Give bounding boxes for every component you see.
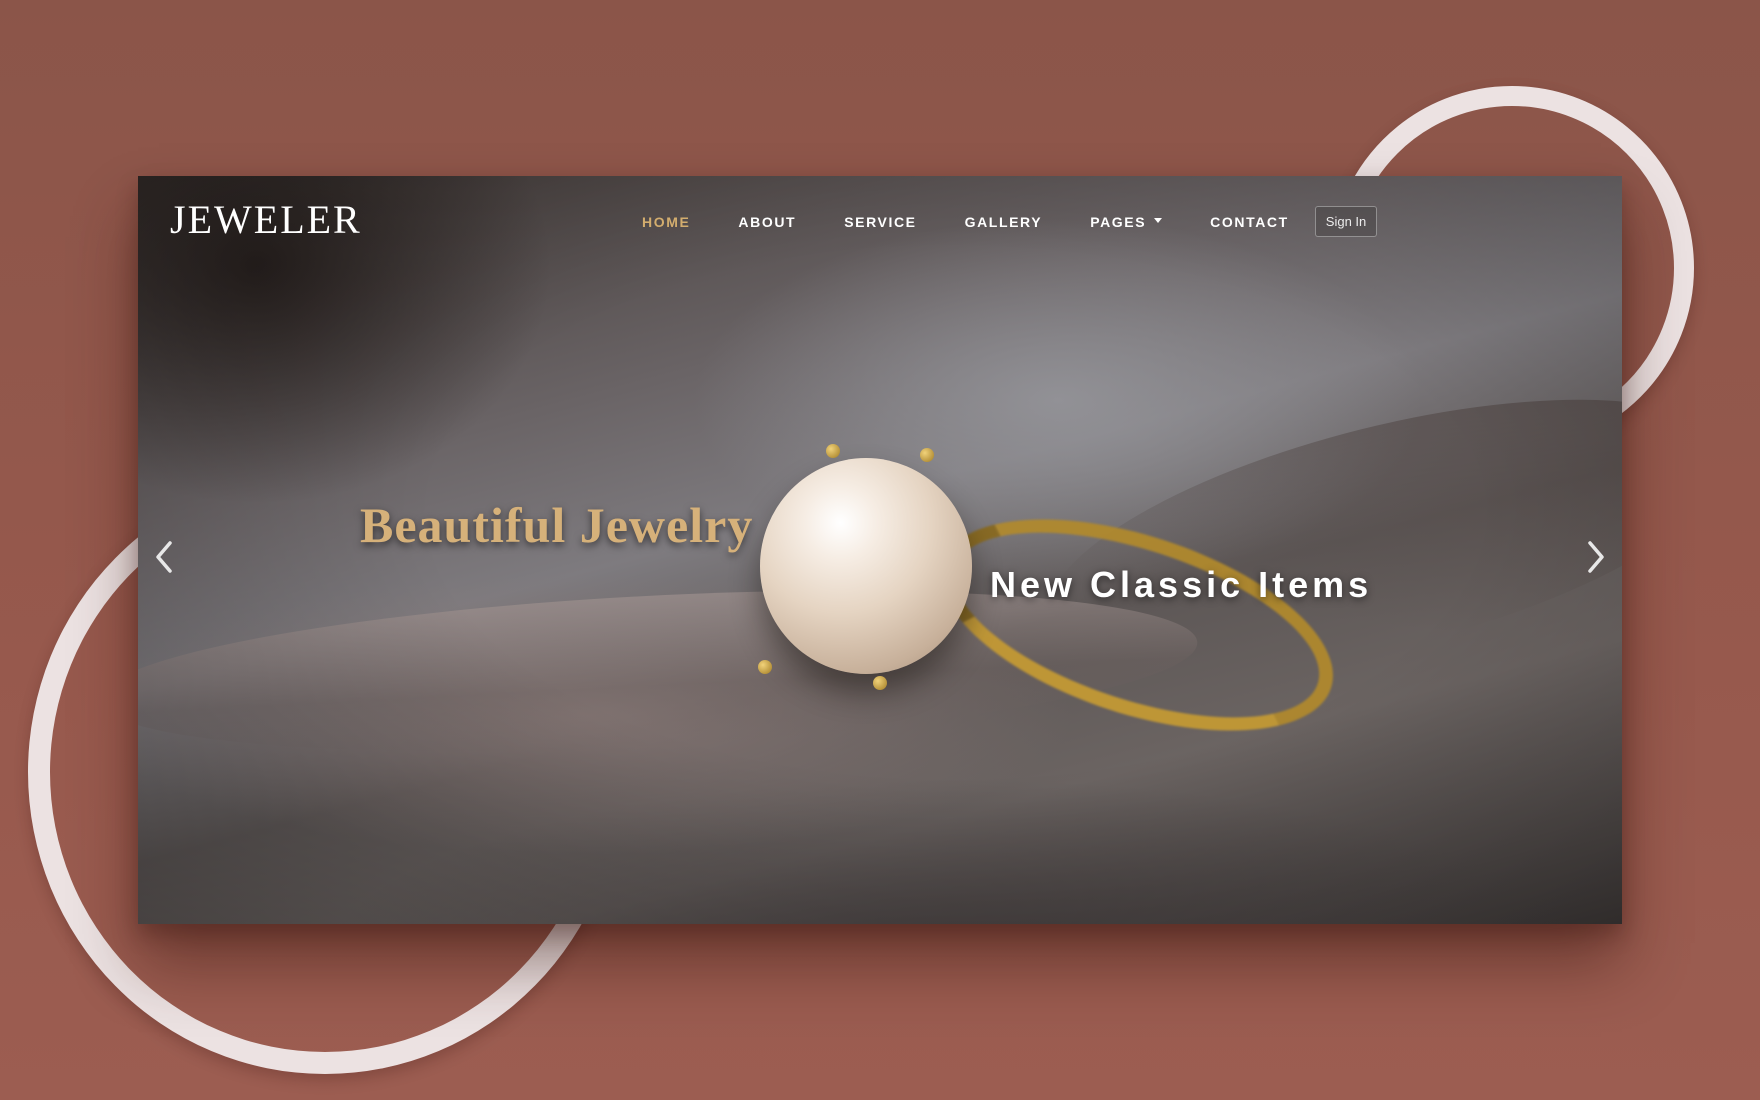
nav-item-home[interactable]: HOME <box>618 208 714 236</box>
hero-title: Beautiful Jewelry <box>360 497 754 553</box>
caret-down-icon <box>1154 218 1163 224</box>
nav-item-service[interactable]: SERVICE <box>820 208 940 236</box>
hero-carousel: JEWELER HOME ABOUT SERVICE GALLERY PAGES… <box>138 176 1622 924</box>
top-navbar: JEWELER HOME ABOUT SERVICE GALLERY PAGES… <box>138 176 1622 286</box>
nav-item-gallery[interactable]: GALLERY <box>941 208 1067 236</box>
carousel-prev-button[interactable] <box>144 531 184 583</box>
nav-item-about[interactable]: ABOUT <box>714 208 820 236</box>
nav-links: HOME ABOUT SERVICE GALLERY PAGES CONTACT… <box>618 206 1378 237</box>
nav-item-pages[interactable]: PAGES <box>1066 208 1186 236</box>
carousel-next-button[interactable] <box>1576 531 1616 583</box>
sign-in-button[interactable]: Sign In <box>1314 206 1378 237</box>
brand-logo[interactable]: JEWELER <box>170 200 362 240</box>
nav-item-contact[interactable]: CONTACT <box>1186 208 1313 236</box>
chevron-left-icon <box>156 541 172 573</box>
chevron-right-icon <box>1588 541 1604 573</box>
nav-item-pages-label: PAGES <box>1090 213 1147 230</box>
hero-subtitle: New Classic Items <box>990 564 1373 605</box>
